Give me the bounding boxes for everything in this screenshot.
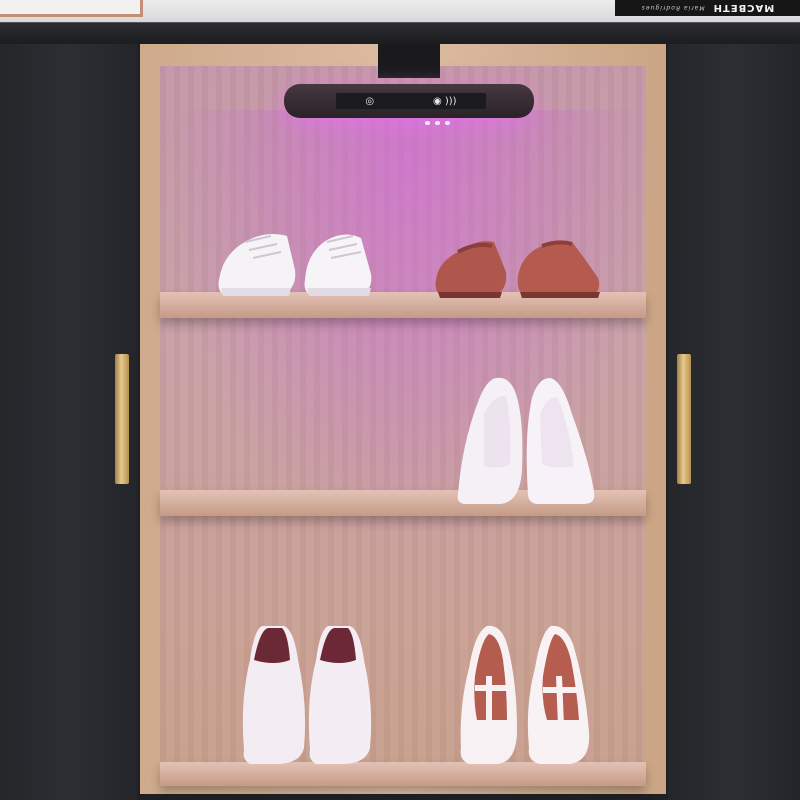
lamp-mount xyxy=(378,44,440,78)
lamp-control-panel[interactable]: ◎ ◉ ))) xyxy=(336,93,486,109)
white-ankle-boots xyxy=(242,626,372,764)
signal-icon[interactable]: ◉ ))) xyxy=(433,96,457,107)
picture-frame xyxy=(0,0,143,17)
power-icon[interactable]: ◎ xyxy=(365,96,374,107)
right-door-handle[interactable] xyxy=(677,354,691,484)
white-sneakers xyxy=(218,234,372,296)
white-high-heels xyxy=(457,377,595,504)
book-title: MACBETH xyxy=(712,2,775,14)
led-indicator xyxy=(435,121,440,125)
book-subtitle: Maria Rodrigues xyxy=(640,4,705,12)
top-shelf: MACBETH Maria Rodrigues xyxy=(0,0,800,22)
shoe-cabinet-scene: MACBETH Maria Rodrigues ◎ ◉ ))) xyxy=(0,0,800,800)
lamp-leds xyxy=(425,121,455,125)
cabinet-top xyxy=(0,22,800,45)
uv-sterilizer-lamp[interactable]: ◎ ◉ ))) xyxy=(284,84,534,118)
led-indicator xyxy=(445,121,450,125)
left-door-handle[interactable] xyxy=(115,354,129,484)
white-t-strap-heels xyxy=(460,625,590,764)
led-indicator xyxy=(425,121,430,125)
book-spine: MACBETH Maria Rodrigues xyxy=(615,0,800,16)
brown-leather-shoes xyxy=(435,240,600,298)
